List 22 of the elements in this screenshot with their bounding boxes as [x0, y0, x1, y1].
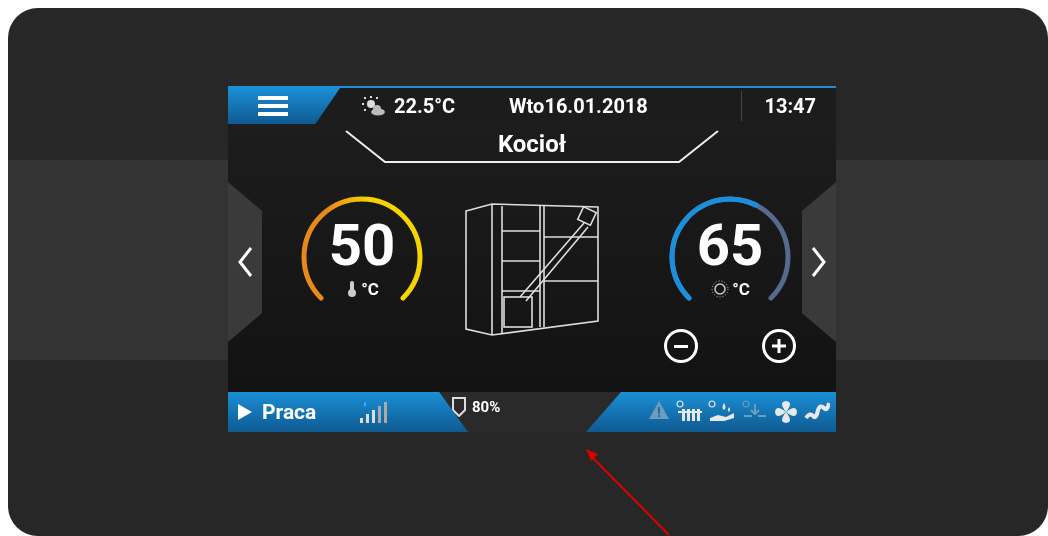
unit-label: °C — [361, 279, 379, 299]
increase-button[interactable] — [762, 329, 796, 363]
plus-icon — [772, 339, 786, 353]
chevron-left-icon — [237, 246, 253, 278]
date-text: Wto16.01.2018 — [509, 94, 648, 118]
sun-cloud-icon — [362, 96, 386, 116]
temperature-value: 50 — [327, 213, 397, 277]
play-icon — [238, 404, 252, 420]
decrease-button[interactable] — [664, 329, 698, 363]
mode-text: Praca — [262, 400, 317, 424]
chevron-right-icon — [811, 246, 827, 278]
temperature-value: 65 — [695, 213, 765, 277]
menu-button[interactable] — [228, 88, 340, 124]
unit-label: °C — [732, 279, 750, 299]
outdoor-temperature: 22.5°C — [394, 94, 456, 118]
clock-time: 13:47 — [741, 91, 836, 121]
menu-icon — [258, 95, 288, 117]
signal-strength-icon — [358, 401, 389, 423]
dial-icon — [710, 280, 731, 298]
fuel-level-text: 80% — [472, 398, 501, 416]
shield-icon — [452, 397, 466, 417]
screen-title: Kocioł — [497, 130, 567, 158]
